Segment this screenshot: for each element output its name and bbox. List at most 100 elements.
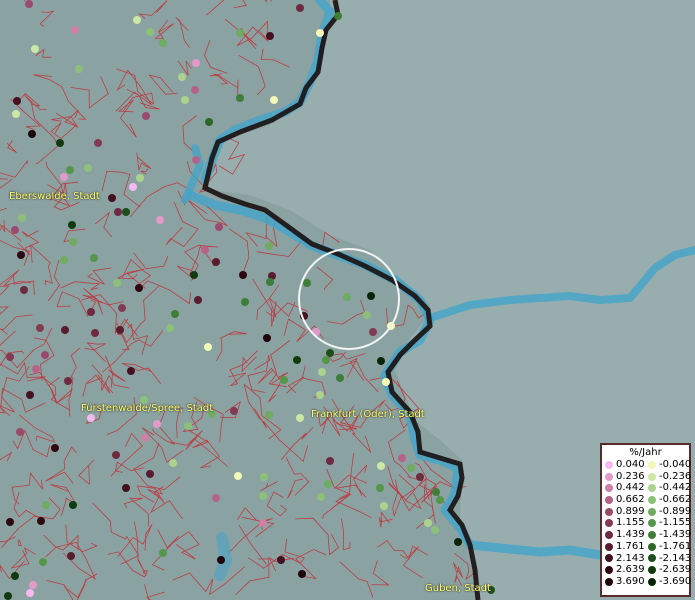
measurement-point[interactable]: [265, 242, 273, 250]
measurement-point[interactable]: [29, 581, 37, 589]
measurement-point[interactable]: [367, 292, 375, 300]
measurement-point[interactable]: [215, 223, 223, 231]
measurement-point[interactable]: [32, 365, 40, 373]
measurement-point[interactable]: [296, 414, 304, 422]
measurement-point[interactable]: [336, 374, 344, 382]
measurement-point[interactable]: [133, 16, 141, 24]
measurement-point[interactable]: [259, 519, 267, 527]
measurement-point[interactable]: [201, 246, 209, 254]
measurement-point[interactable]: [407, 464, 415, 472]
map-canvas[interactable]: [0, 0, 695, 600]
measurement-point[interactable]: [212, 258, 220, 266]
measurement-point[interactable]: [41, 351, 49, 359]
measurement-point[interactable]: [64, 377, 72, 385]
measurement-point[interactable]: [178, 73, 186, 81]
measurement-point[interactable]: [118, 304, 126, 312]
measurement-point[interactable]: [39, 558, 47, 566]
measurement-point[interactable]: [454, 538, 462, 546]
measurement-point[interactable]: [280, 376, 288, 384]
measurement-point[interactable]: [181, 96, 189, 104]
measurement-point[interactable]: [316, 29, 324, 37]
measurement-point[interactable]: [382, 378, 390, 386]
measurement-point[interactable]: [236, 29, 244, 37]
measurement-point[interactable]: [190, 271, 198, 279]
measurement-point[interactable]: [31, 45, 39, 53]
measurement-point[interactable]: [146, 28, 154, 36]
measurement-point[interactable]: [28, 130, 36, 138]
measurement-point[interactable]: [192, 59, 200, 67]
measurement-point[interactable]: [136, 174, 144, 182]
measurement-point[interactable]: [127, 367, 135, 375]
measurement-point[interactable]: [156, 216, 164, 224]
measurement-point[interactable]: [166, 324, 174, 332]
measurement-point[interactable]: [363, 311, 371, 319]
measurement-point[interactable]: [116, 326, 124, 334]
measurement-point[interactable]: [260, 473, 268, 481]
measurement-point[interactable]: [75, 65, 83, 73]
measurement-point[interactable]: [432, 488, 440, 496]
measurement-point[interactable]: [112, 451, 120, 459]
measurement-point[interactable]: [369, 328, 377, 336]
measurement-point[interactable]: [4, 592, 12, 600]
measurement-point[interactable]: [184, 422, 192, 430]
measurement-point[interactable]: [12, 110, 20, 118]
measurement-point[interactable]: [17, 251, 25, 259]
measurement-point[interactable]: [266, 278, 274, 286]
measurement-point[interactable]: [114, 208, 122, 216]
measurement-point[interactable]: [90, 254, 98, 262]
measurement-point[interactable]: [322, 356, 330, 364]
measurement-point[interactable]: [424, 519, 432, 527]
measurement-point[interactable]: [191, 86, 199, 94]
measurement-point[interactable]: [69, 501, 77, 509]
measurement-point[interactable]: [51, 444, 59, 452]
measurement-point[interactable]: [36, 324, 44, 332]
measurement-point[interactable]: [169, 459, 177, 467]
measurement-point[interactable]: [205, 118, 213, 126]
measurement-point[interactable]: [380, 502, 388, 510]
measurement-point[interactable]: [318, 368, 326, 376]
measurement-point[interactable]: [146, 470, 154, 478]
measurement-point[interactable]: [141, 434, 149, 442]
measurement-point[interactable]: [398, 454, 406, 462]
measurement-point[interactable]: [263, 334, 271, 342]
measurement-point[interactable]: [296, 4, 304, 12]
measurement-point[interactable]: [71, 26, 79, 34]
measurement-point[interactable]: [377, 462, 385, 470]
measurement-point[interactable]: [293, 356, 301, 364]
measurement-point[interactable]: [60, 173, 68, 181]
measurement-point[interactable]: [316, 391, 324, 399]
measurement-point[interactable]: [431, 526, 439, 534]
measurement-point[interactable]: [122, 484, 130, 492]
measurement-point[interactable]: [42, 501, 50, 509]
measurement-point[interactable]: [26, 391, 34, 399]
measurement-point[interactable]: [217, 556, 225, 564]
measurement-point[interactable]: [135, 284, 143, 292]
measurement-point[interactable]: [212, 494, 220, 502]
measurement-point[interactable]: [239, 271, 247, 279]
measurement-point[interactable]: [67, 552, 75, 560]
measurement-point[interactable]: [60, 256, 68, 264]
measurement-point[interactable]: [241, 298, 249, 306]
measurement-point[interactable]: [192, 156, 200, 164]
measurement-point[interactable]: [270, 96, 278, 104]
measurement-point[interactable]: [326, 457, 334, 465]
measurement-point[interactable]: [108, 194, 116, 202]
measurement-point[interactable]: [20, 286, 28, 294]
measurement-point[interactable]: [87, 414, 95, 422]
measurement-point[interactable]: [266, 32, 274, 40]
measurement-point[interactable]: [416, 473, 424, 481]
measurement-point[interactable]: [142, 112, 150, 120]
measurement-point[interactable]: [259, 492, 267, 500]
measurement-point[interactable]: [18, 214, 26, 222]
measurement-point[interactable]: [26, 589, 34, 597]
measurement-point[interactable]: [159, 549, 167, 557]
measurement-point[interactable]: [16, 428, 24, 436]
measurement-point[interactable]: [91, 329, 99, 337]
measurement-point[interactable]: [56, 139, 64, 147]
measurement-point[interactable]: [171, 310, 179, 318]
measurement-point[interactable]: [94, 139, 102, 147]
measurement-point[interactable]: [334, 12, 342, 20]
measurement-point[interactable]: [153, 420, 161, 428]
measurement-point[interactable]: [13, 97, 21, 105]
measurement-point[interactable]: [11, 226, 19, 234]
